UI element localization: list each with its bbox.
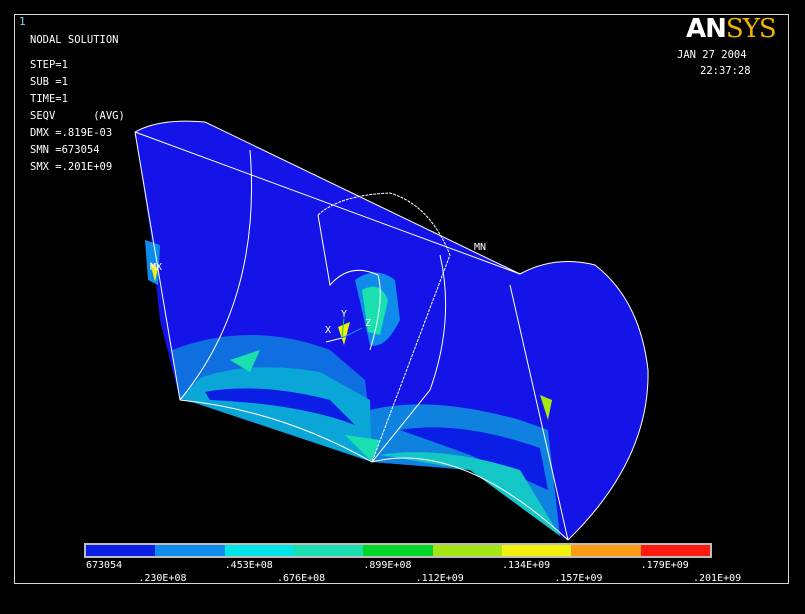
min-marker: MN [474, 242, 487, 253]
contour-legend-bar [84, 543, 712, 558]
triad-x-label: X [325, 325, 332, 336]
legend-value-bottom-4: .179E+09 [640, 560, 689, 571]
legend-value-top-0: .230E+08 [138, 573, 187, 584]
legend-swatch-1 [155, 545, 225, 556]
triad-z-label: Z [365, 318, 372, 329]
legend-swatch-4 [363, 545, 433, 556]
triad-y-label: Y [341, 309, 348, 320]
legend-swatch-7 [571, 545, 641, 556]
fem-model-view[interactable] [0, 0, 805, 614]
legend-swatch-8 [640, 545, 710, 556]
legend-swatch-2 [224, 545, 294, 556]
legend-swatch-0 [86, 545, 156, 556]
legend-value-top-2: .112E+09 [415, 573, 464, 584]
legend-value-bottom-3: .134E+09 [502, 560, 551, 571]
max-marker: MX [150, 262, 163, 273]
legend-value-bottom-2: .899E+08 [363, 560, 412, 571]
legend-value-bottom-0: 673054 [86, 560, 123, 571]
legend-value-top-1: .676E+08 [277, 573, 326, 584]
legend-value-top-4: .201E+09 [693, 573, 742, 584]
legend-swatch-5 [432, 545, 502, 556]
legend-value-top-3: .157E+09 [554, 573, 603, 584]
legend-value-bottom-1: .453E+08 [224, 560, 273, 571]
legend-swatch-3 [293, 545, 364, 556]
legend-swatch-6 [501, 545, 572, 556]
